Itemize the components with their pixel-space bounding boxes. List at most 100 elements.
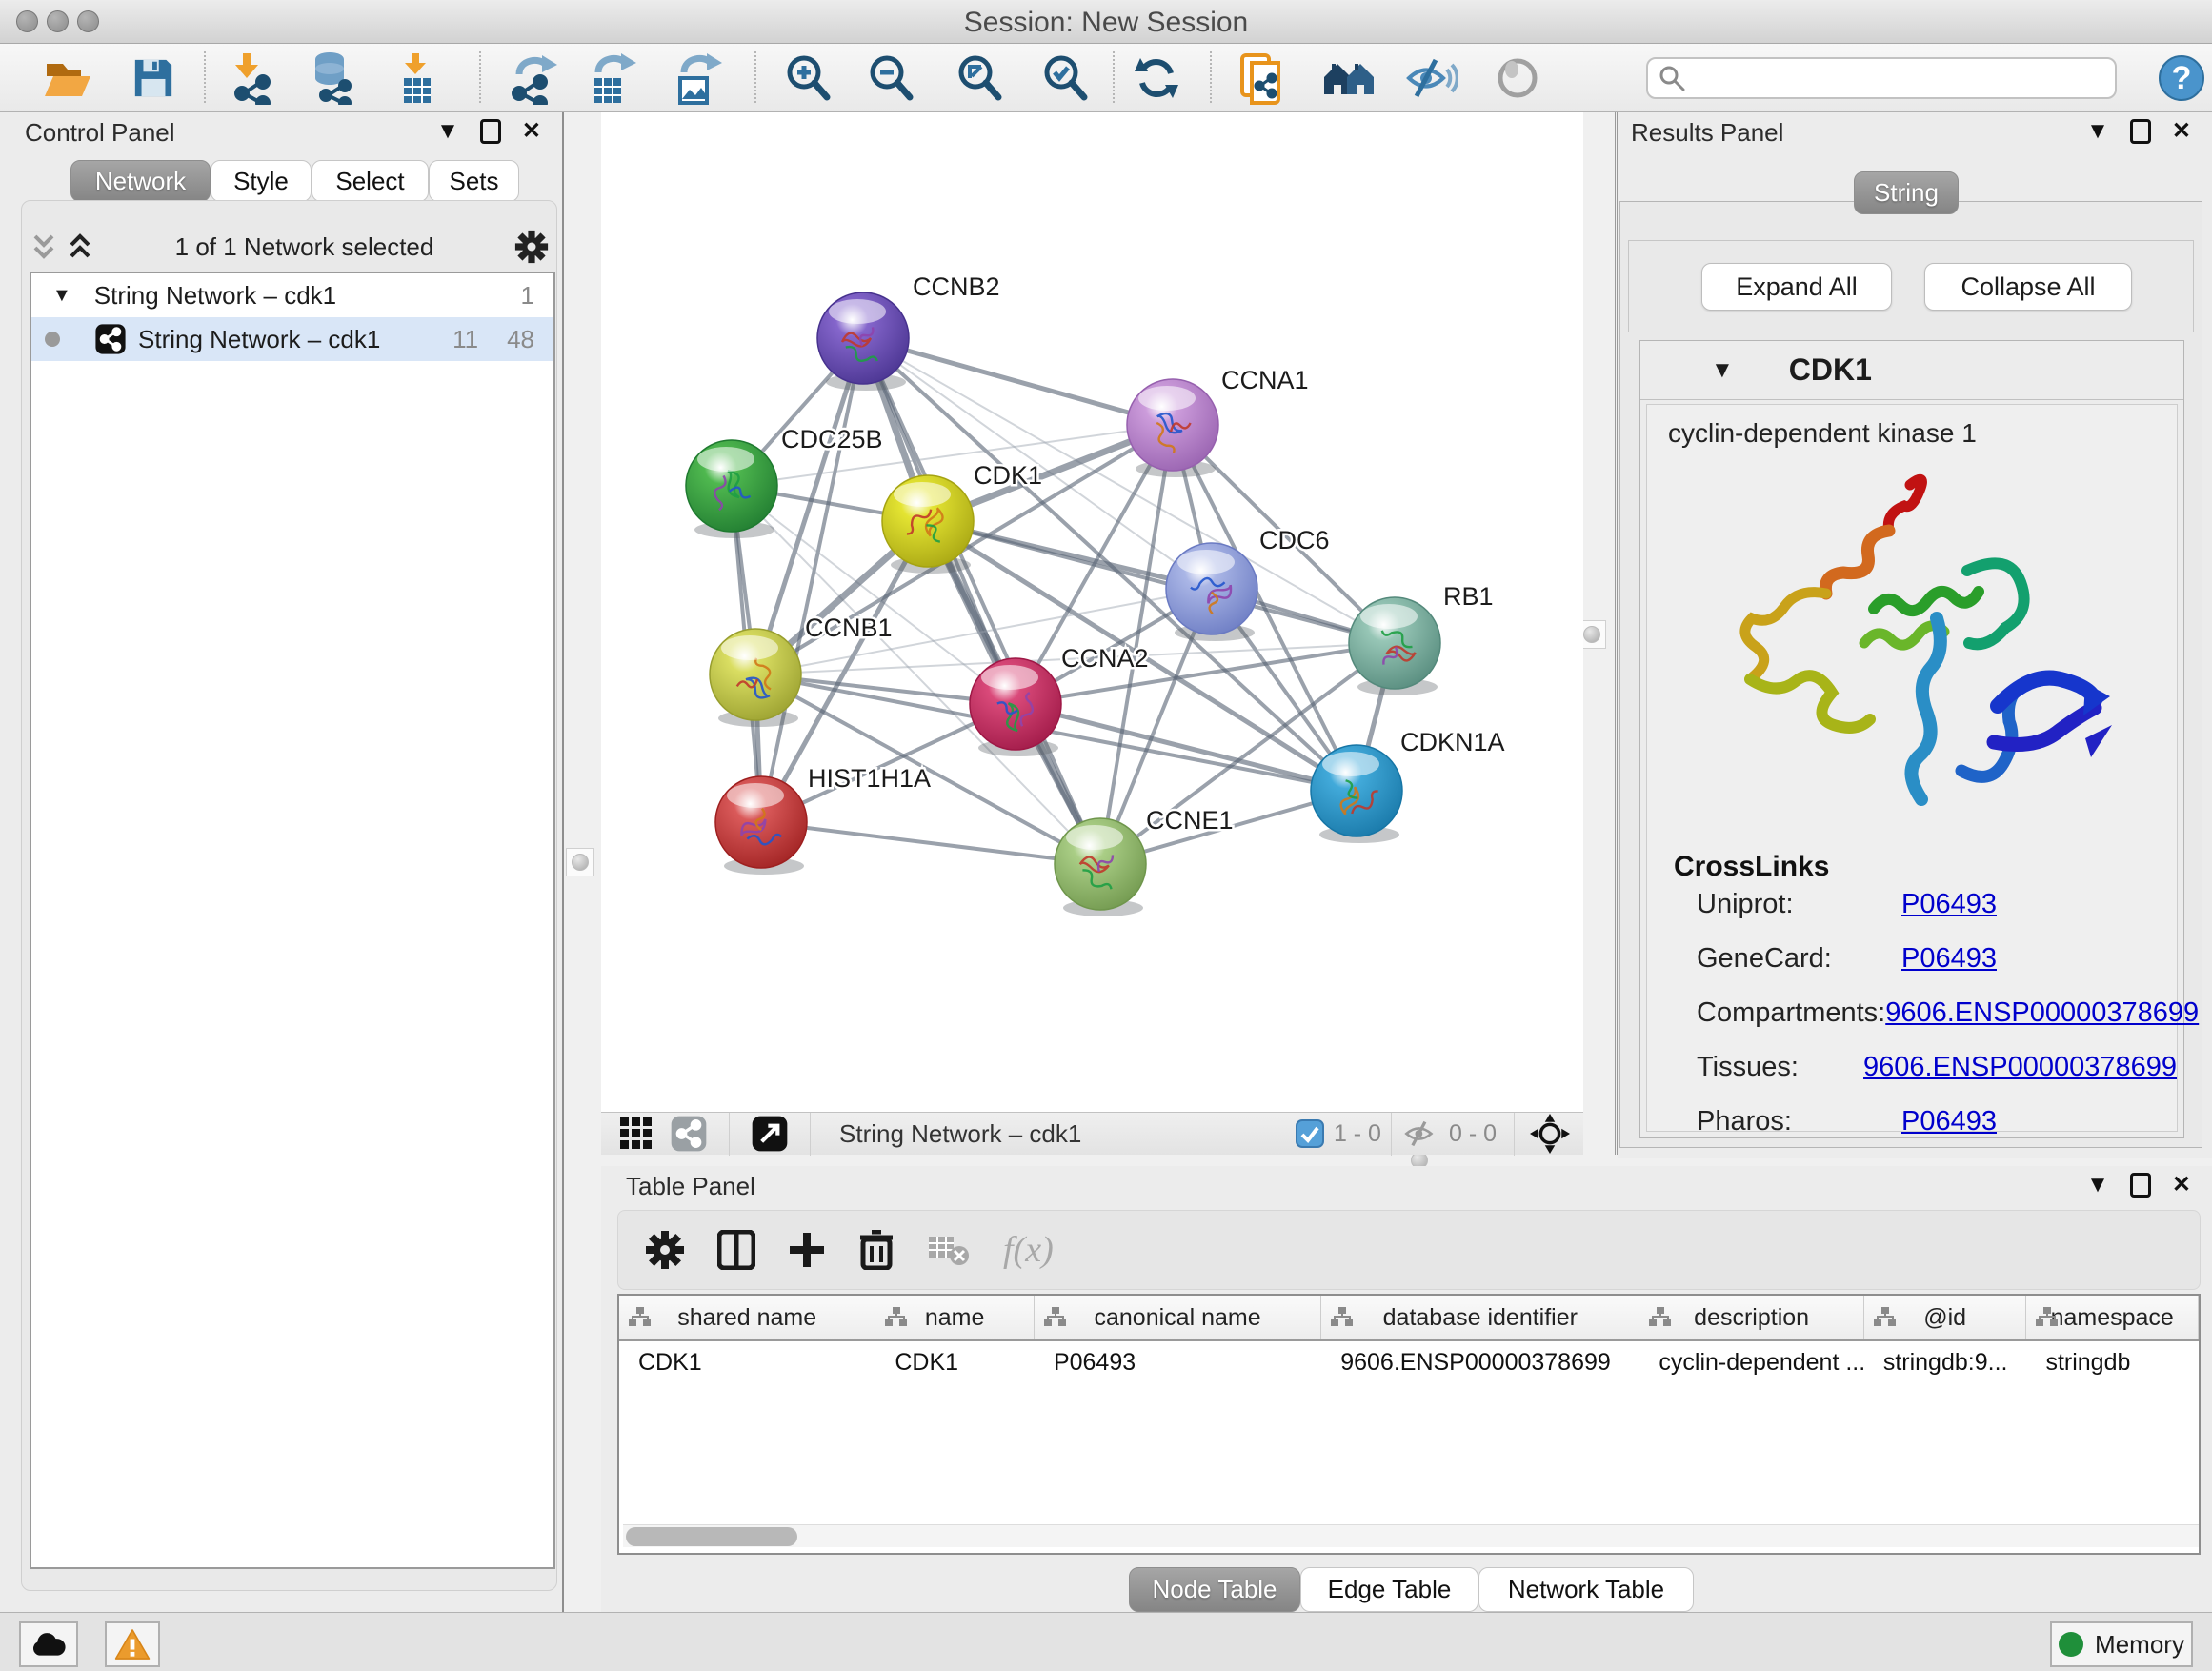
help-button[interactable]: ? [2155,51,2208,105]
save-session-button[interactable] [127,51,180,105]
show-details-button[interactable] [1491,51,1544,105]
import-network-button[interactable] [224,51,277,105]
close-panel-icon[interactable]: ✕ [522,118,541,145]
node-CCNB2[interactable]: CCNB2 [817,272,1000,391]
string-results-container: Expand All Collapse All ▼ CDK1 cyclin-de… [1619,201,2202,1148]
crosslink-link[interactable]: P06493 [1901,1106,1997,1137]
network-tree-row[interactable]: String Network – cdk11148 [31,317,553,361]
crosslink-link[interactable]: 9606.ENSP00000378699 [1885,997,2199,1029]
search-input[interactable] [1686,64,2115,92]
table-row[interactable]: CDK1CDK1P064939606.ENSP00000378699cyclin… [619,1341,2199,1383]
network-collection-label: String Network – cdk1 [94,281,336,311]
network-tree-row[interactable]: ▼String Network – cdk11 [31,273,553,317]
float-panel-icon[interactable] [480,119,501,144]
table-toolbar: f(x) [617,1210,2201,1290]
expand-all-button[interactable]: Expand All [1701,263,1892,311]
column-header-namespace[interactable]: namespace [2026,1296,2199,1339]
import-database-button[interactable] [306,51,359,105]
column-header-name[interactable]: name [875,1296,1035,1339]
grid-view-icon[interactable] [618,1116,654,1152]
edge-CCNB2-HIST1H1A[interactable] [761,338,863,822]
collapse-all-button[interactable]: Collapse All [1924,263,2132,311]
import-table-button[interactable] [392,51,445,105]
left-splitter-handle[interactable] [566,848,594,876]
column-header-database-identifier[interactable]: database identifier [1321,1296,1639,1339]
panel-menu-icon[interactable]: ▼ [2086,1172,2109,1198]
edge-HIST1H1A-CCNE1[interactable] [761,822,1100,864]
memory-button[interactable]: Memory [2050,1621,2193,1667]
hidden-count: 0 - 0 [1449,1120,1497,1148]
cloud-status-button[interactable] [19,1621,78,1667]
refresh-layout-button[interactable] [1130,51,1183,105]
expander-icon[interactable]: ▼ [52,285,71,307]
crosslink-link[interactable]: 9606.ENSP00000378699 [1863,1052,2177,1083]
function-builder-button[interactable]: f(x) [1003,1229,1054,1271]
tab-node-table[interactable]: Node Table [1129,1567,1300,1612]
tab-sets[interactable]: Sets [429,160,519,202]
column-header--id[interactable]: @id [1864,1296,2027,1339]
collapse-entry-icon[interactable]: ▼ [1711,357,1734,384]
tab-string[interactable]: String [1854,171,1959,214]
scrollbar-thumb[interactable] [626,1527,797,1546]
close-panel-icon[interactable]: ✕ [2172,1172,2191,1198]
open-session-button[interactable] [41,51,94,105]
node-RB1[interactable]: RB1 [1349,582,1494,695]
clear-table-icon[interactable] [927,1233,971,1267]
results-panel: Results Panel ▼ ✕ String Expand All Coll… [1618,112,2212,1158]
tab-network[interactable]: Network [70,160,211,202]
hide-details-button[interactable] [1405,51,1458,105]
open-in-new-window-icon[interactable] [751,1115,789,1153]
table-cell[interactable]: cyclin-dependent ... [1639,1341,1863,1383]
panel-menu-icon[interactable]: ▼ [2086,118,2109,145]
tab-network-table[interactable]: Network Table [1478,1567,1694,1612]
export-table-button[interactable] [585,51,638,105]
export-image-button[interactable] [671,51,724,105]
column-header-description[interactable]: description [1639,1296,1863,1339]
column-header-shared-name[interactable]: shared name [619,1296,875,1339]
close-panel-icon[interactable]: ✕ [2172,118,2191,145]
duplicate-network-button[interactable] [1237,51,1290,105]
node-HIST1H1A[interactable]: HIST1H1A [715,764,931,875]
export-network-button[interactable] [506,51,559,105]
main-toolbar: ? [0,44,2212,112]
gear-icon[interactable] [514,230,549,264]
node-CDC25B[interactable]: CDC25B [686,425,883,538]
tab-select[interactable]: Select [312,160,429,202]
network-canvas[interactable]: CCNB2CCNA1CDC25BCDK1CDC6RB1CCNB1CCNA2CDK… [601,112,1583,1112]
table-cell[interactable]: CDK1 [619,1341,875,1383]
network-share-view-icon[interactable] [670,1115,708,1153]
node-CCNE1[interactable]: CCNE1 [1055,806,1234,916]
table-cell[interactable]: CDK1 [875,1341,1035,1383]
zoom-selected-button[interactable] [1038,51,1092,105]
crosslink-link[interactable]: P06493 [1901,943,1997,975]
crosslink-link[interactable]: P06493 [1901,889,1997,920]
crosslink-row: GeneCard:P06493 [1697,943,2177,975]
expand-all-chevron-icon[interactable] [66,231,94,263]
show-columns-icon[interactable] [717,1230,755,1270]
table-settings-gear-icon[interactable] [645,1230,685,1270]
horizontal-scrollbar[interactable] [623,1524,2199,1547]
collapse-all-chevron-icon[interactable] [30,231,58,263]
delete-column-icon[interactable] [858,1230,895,1270]
table-cell[interactable]: stringdb [2026,1341,2199,1383]
home-button[interactable] [1322,51,1376,105]
tab-style[interactable]: Style [211,160,312,202]
panel-menu-icon[interactable]: ▼ [436,118,459,145]
float-panel-icon[interactable] [2130,119,2151,144]
table-cell[interactable]: stringdb:9... [1864,1341,2027,1383]
tab-edge-table[interactable]: Edge Table [1300,1567,1478,1612]
table-cell[interactable]: P06493 [1035,1341,1321,1383]
zoom-fit-button[interactable] [953,51,1006,105]
selected-checkbox-icon[interactable] [1296,1119,1324,1148]
table-cell[interactable]: 9606.ENSP00000378699 [1321,1341,1639,1383]
add-column-icon[interactable] [788,1231,826,1269]
node-CDC6[interactable]: CDC6 [1166,526,1330,641]
node-CCNA1[interactable]: CCNA1 [1127,366,1309,477]
float-panel-icon[interactable] [2130,1173,2151,1198]
warnings-button[interactable] [105,1621,160,1667]
column-header-canonical-name[interactable]: canonical name [1035,1296,1321,1339]
node-CDKN1A[interactable]: CDKN1A [1311,728,1505,843]
zoom-in-button[interactable] [781,51,835,105]
zoom-out-button[interactable] [864,51,917,105]
birdseye-crosshair-icon[interactable] [1530,1114,1570,1154]
